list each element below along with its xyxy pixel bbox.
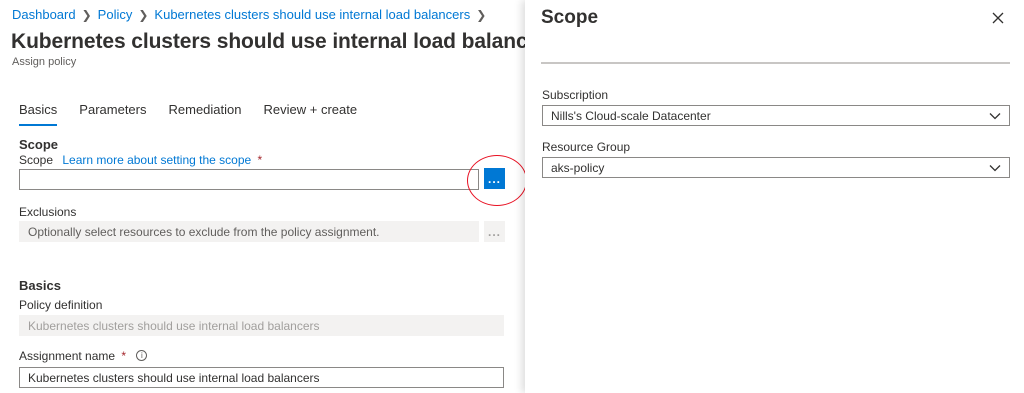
breadcrumb-dashboard[interactable]: Dashboard bbox=[12, 7, 76, 22]
chevron-down-icon bbox=[989, 164, 1001, 171]
scope-panel: Scope Subscription Nills's Cloud-scale D… bbox=[525, 0, 1024, 393]
subscription-label: Subscription bbox=[542, 88, 609, 102]
assign-policy-blade: Dashboard ❯ Policy ❯ Kubernetes clusters… bbox=[0, 0, 559, 393]
page-title: Kubernetes clusters should use internal … bbox=[11, 30, 559, 53]
scope-section-heading: Scope bbox=[19, 137, 59, 152]
subscription-selected-value: Nills's Cloud-scale Datacenter bbox=[551, 108, 711, 123]
resource-group-label: Resource Group bbox=[542, 140, 631, 154]
assignment-name-label: Assignment name * i bbox=[19, 349, 148, 363]
breadcrumb-policy[interactable]: Policy bbox=[98, 7, 133, 22]
close-icon[interactable] bbox=[990, 10, 1006, 26]
scope-field-label: Scope Learn more about setting the scope… bbox=[19, 153, 262, 167]
browse-scope-button[interactable]: ... bbox=[484, 168, 505, 189]
scope-label-text: Scope bbox=[19, 153, 54, 167]
resource-group-selected-value: aks-policy bbox=[551, 160, 605, 175]
policy-definition-label: Policy definition bbox=[19, 298, 103, 312]
info-icon[interactable]: i bbox=[136, 350, 148, 362]
tab-remediation[interactable]: Remediation bbox=[169, 102, 242, 126]
basics-section-heading: Basics bbox=[19, 278, 61, 293]
assignment-name-label-text: Assignment name bbox=[19, 349, 116, 363]
chevron-down-icon bbox=[989, 112, 1001, 119]
tab-basics[interactable]: Basics bbox=[19, 102, 58, 126]
exclusions-label: Exclusions bbox=[19, 205, 77, 219]
chevron-right-icon: ❯ bbox=[476, 7, 487, 22]
policy-definition-field: Kubernetes clusters should use internal … bbox=[19, 315, 504, 336]
chevron-right-icon: ❯ bbox=[138, 7, 149, 22]
panel-title: Scope bbox=[541, 7, 599, 28]
exclusions-input[interactable]: Optionally select resources to exclude f… bbox=[19, 221, 479, 242]
browse-exclusions-button[interactable]: ... bbox=[484, 221, 505, 242]
page-subtitle: Assign policy bbox=[12, 56, 77, 68]
required-indicator: * bbox=[257, 153, 263, 167]
learn-more-scope-link[interactable]: Learn more about setting the scope bbox=[62, 153, 251, 167]
tab-review-create[interactable]: Review + create bbox=[264, 102, 358, 126]
subscription-dropdown[interactable]: Nills's Cloud-scale Datacenter bbox=[542, 105, 1010, 126]
resource-group-dropdown[interactable]: aks-policy bbox=[542, 157, 1010, 178]
required-indicator: * bbox=[121, 349, 127, 363]
tab-parameters[interactable]: Parameters bbox=[79, 102, 146, 126]
breadcrumb-policy-definition[interactable]: Kubernetes clusters should use internal … bbox=[154, 7, 470, 22]
scope-input[interactable] bbox=[19, 169, 479, 190]
panel-divider bbox=[541, 62, 1010, 64]
chevron-right-icon: ❯ bbox=[81, 7, 92, 22]
tab-bar: Basics Parameters Remediation Review + c… bbox=[19, 102, 379, 126]
breadcrumb: Dashboard ❯ Policy ❯ Kubernetes clusters… bbox=[12, 7, 492, 22]
assignment-name-input[interactable]: Kubernetes clusters should use internal … bbox=[19, 367, 504, 388]
